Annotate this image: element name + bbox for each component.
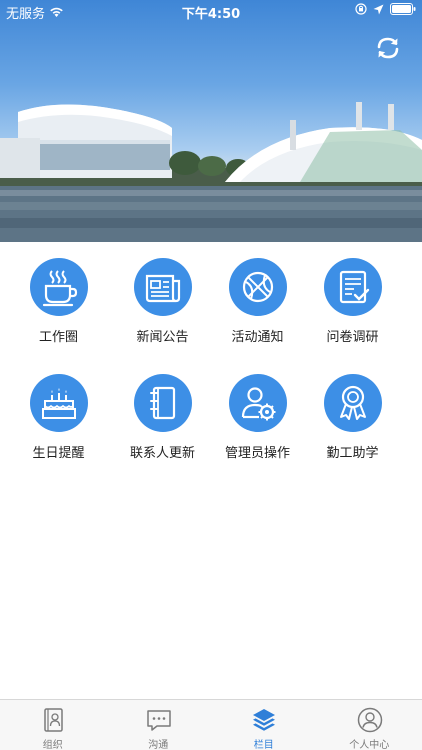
newspaper-icon: [134, 258, 192, 316]
status-right: [355, 3, 416, 15]
grid-item-news[interactable]: 新闻公告: [110, 258, 215, 358]
tab-columns[interactable]: 栏目: [211, 700, 317, 750]
tab-bar: 组织 沟通 栏目 个人中心: [0, 699, 422, 750]
chat-bubble-icon: [145, 706, 173, 734]
birthday-cake-icon: [30, 374, 88, 432]
banner-image: 无服务 下午4:50: [0, 0, 422, 242]
tab-label: 组织: [42, 740, 63, 750]
grid-item-work-circle[interactable]: 工作圈: [6, 258, 111, 358]
grid-label: 管理员操作: [224, 446, 290, 461]
grid-label: 问卷调研: [326, 330, 379, 345]
location-arrow-icon: [373, 4, 384, 14]
user-circle-icon: [356, 706, 384, 734]
tab-label: 沟通: [148, 740, 169, 750]
contacts-book-icon: [39, 706, 67, 734]
grid-label: 工作圈: [38, 330, 78, 345]
refresh-button[interactable]: [374, 34, 402, 62]
basketball-icon: [229, 258, 287, 316]
app-screen: 无服务 下午4:50 工作圈 新闻公告 活动通知 问卷调研 生日提醒 联系人更新…: [0, 0, 422, 750]
refresh-icon: [377, 37, 399, 59]
admin-gear-icon: [229, 374, 287, 432]
tab-communication[interactable]: 沟通: [106, 700, 212, 750]
grid-label: 新闻公告: [136, 330, 189, 345]
grid-label: 联系人更新: [129, 446, 195, 461]
grid-item-work-study[interactable]: 勤工助学: [300, 374, 405, 474]
tab-label: 栏目: [253, 740, 274, 750]
campus-scene: [0, 102, 422, 242]
grid-label: 活动通知: [231, 330, 284, 345]
grid-label: 生日提醒: [32, 446, 85, 461]
grid-item-contact-update[interactable]: 联系人更新: [110, 374, 215, 474]
grid-item-admin[interactable]: 管理员操作: [205, 374, 310, 474]
grid-item-birthday[interactable]: 生日提醒: [6, 374, 111, 474]
layers-icon: [250, 706, 278, 734]
award-ribbon-icon: [324, 374, 382, 432]
orientation-lock-icon: [355, 3, 367, 15]
tab-personal-center[interactable]: 个人中心: [317, 700, 422, 750]
checklist-icon: [324, 258, 382, 316]
grid-item-activity[interactable]: 活动通知: [205, 258, 310, 358]
battery-icon: [390, 3, 416, 15]
status-bar: 无服务 下午4:50: [0, 0, 422, 22]
grid-item-survey[interactable]: 问卷调研: [300, 258, 405, 358]
tab-label: 个人中心: [349, 740, 390, 750]
tab-organization[interactable]: 组织: [0, 700, 106, 750]
grid-label: 勤工助学: [326, 446, 379, 461]
address-book-icon: [134, 374, 192, 432]
coffee-cup-icon: [30, 258, 88, 316]
